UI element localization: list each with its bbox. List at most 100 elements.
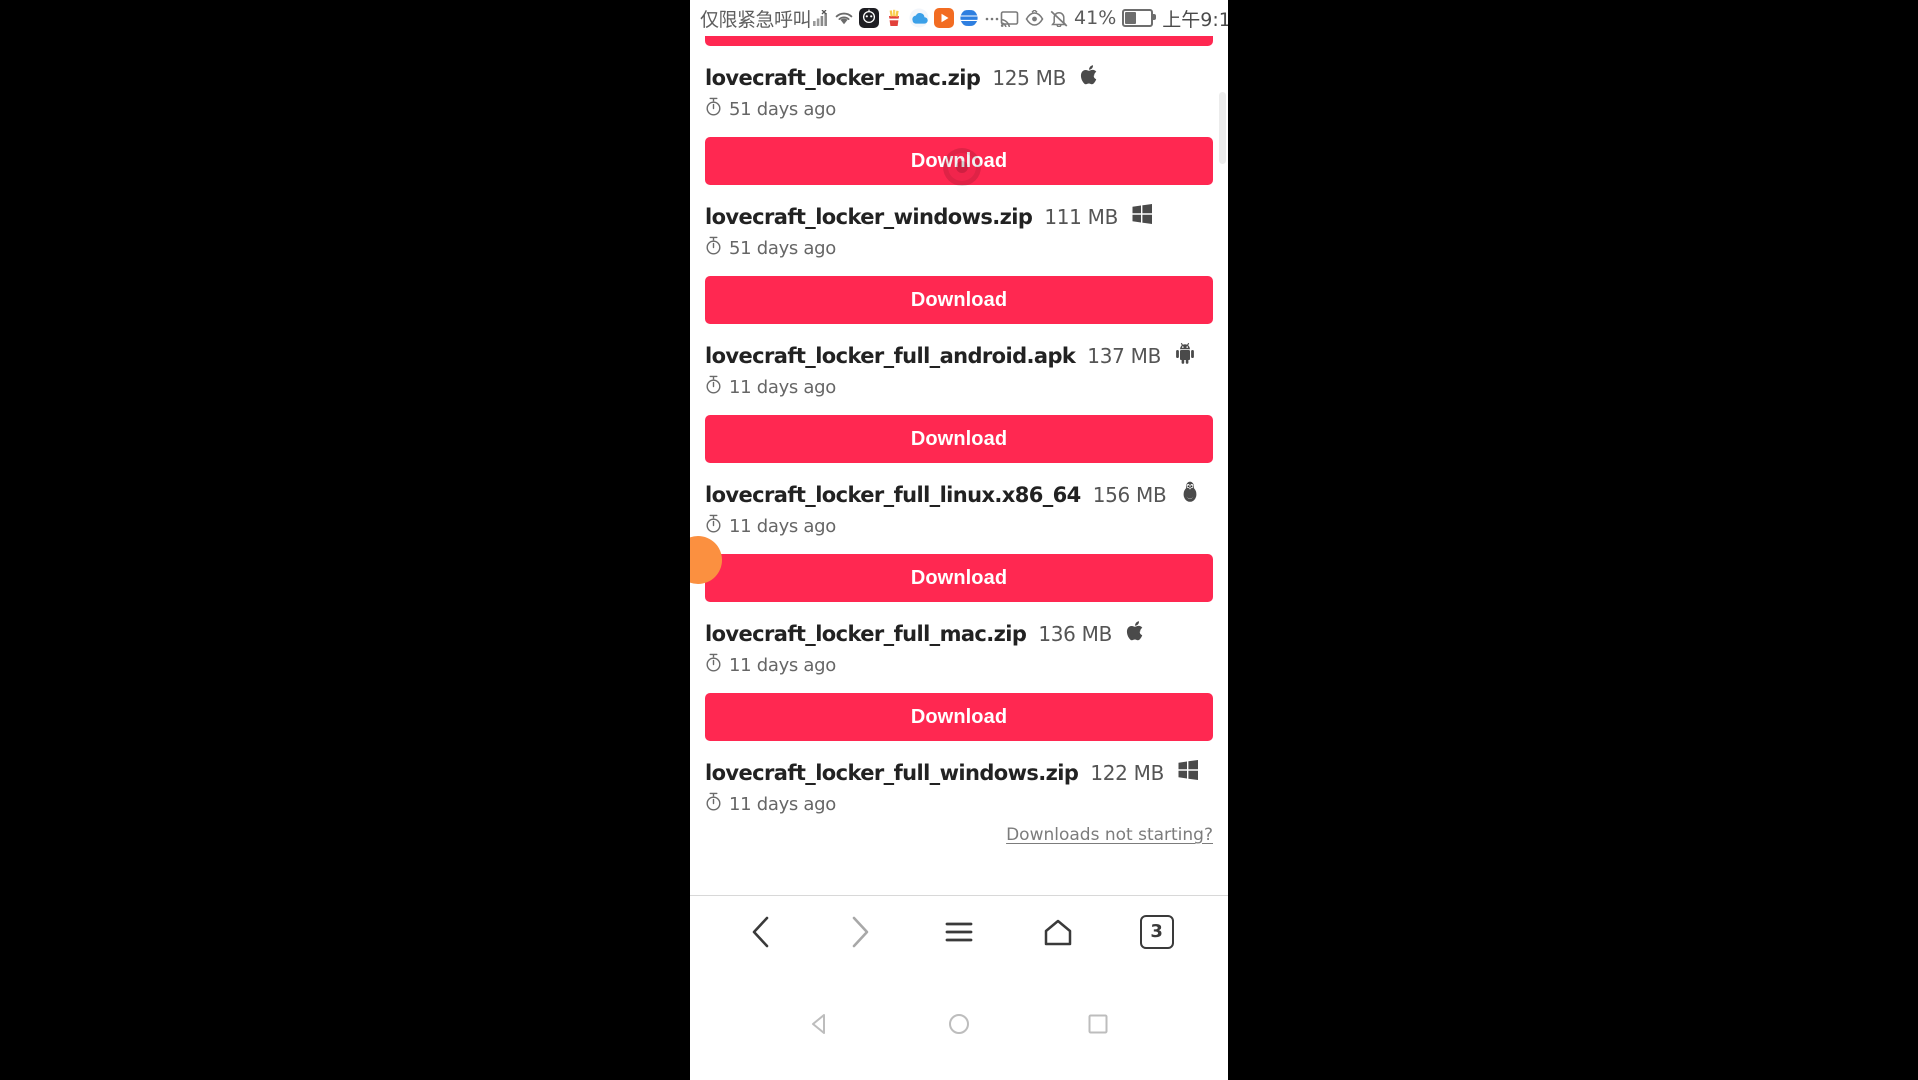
platform-icon-wrapper	[1078, 63, 1102, 87]
carrier-label: 仅限紧急呼叫	[700, 8, 812, 31]
back-button[interactable]	[731, 904, 791, 960]
windows-icon	[1178, 760, 1199, 780]
linux-icon	[1184, 481, 1197, 502]
platform-icon-wrapper	[1178, 480, 1202, 504]
tab-switcher-button[interactable]: 3	[1127, 904, 1187, 960]
download-button[interactable]: Download	[705, 276, 1213, 324]
stopwatch-icon	[705, 375, 722, 399]
stopwatch-icon	[705, 236, 722, 260]
app-fries-icon	[884, 8, 905, 28]
upload-date-row: 11 days ago	[705, 375, 1213, 399]
page-content[interactable]: Download lovecraft_locker_mac.zip 125 MB 51…	[690, 36, 1228, 931]
alarm-off-icon	[1050, 10, 1068, 27]
download-button[interactable]: Download	[705, 693, 1213, 741]
file-name: lovecraft_locker_windows.zip	[705, 205, 1033, 229]
battery-icon	[1122, 9, 1157, 27]
upload-date-row: 11 days ago	[705, 653, 1213, 677]
circle-home-icon	[948, 1013, 969, 1034]
battery-fill	[1125, 12, 1137, 24]
triangle-back-icon	[811, 1013, 825, 1034]
upload-age-label: 11 days ago	[729, 654, 837, 676]
file-size: 156 MB	[1092, 483, 1167, 507]
download-button[interactable]: Download	[705, 415, 1213, 463]
status-right-icons: 41% 上午9:19	[1000, 5, 1228, 32]
upload-age-label: 11 days ago	[729, 793, 837, 815]
tab-count-badge: 3	[1139, 914, 1174, 949]
stopwatch-icon	[705, 653, 722, 677]
file-size: 137 MB	[1087, 344, 1161, 368]
stopwatch-icon	[705, 792, 722, 816]
system-home-button[interactable]	[935, 1000, 983, 1048]
forward-button[interactable]	[830, 904, 890, 960]
file-info-row: lovecraft_locker_full_windows.zip 122 MB	[705, 756, 1213, 785]
upload-age-label: 11 days ago	[729, 376, 837, 398]
file-name: lovecraft_locker_full_windows.zip	[705, 761, 1079, 785]
file-size: 125 MB	[992, 66, 1067, 90]
windows-icon	[1132, 204, 1153, 224]
upload-date-row: 11 days ago	[705, 514, 1213, 538]
platform-icon-wrapper	[1124, 619, 1148, 643]
file-name: lovecraft_locker_mac.zip	[705, 66, 981, 90]
apple-icon	[1080, 65, 1097, 85]
upload-item: Download lovecraft_locker_full_android.ap…	[690, 276, 1228, 399]
cast-icon	[1000, 10, 1019, 27]
menu-button[interactable]	[929, 904, 989, 960]
battery-percent-label: 41%	[1074, 7, 1117, 29]
app-orange-play-icon	[934, 8, 955, 28]
upload-item: Download lovecraft_locker_full_mac.zip 136…	[690, 554, 1228, 677]
scrollbar[interactable]	[1219, 92, 1226, 164]
wifi-icon	[834, 10, 854, 27]
download-button[interactable]: Download	[705, 554, 1213, 602]
file-name: lovecraft_locker_full_linux.x86_64	[705, 483, 1081, 507]
upload-date-row: 11 days ago	[705, 792, 1213, 816]
back-icon	[753, 916, 769, 947]
upload-date-row: 51 days ago	[705, 97, 1213, 121]
status-left-icons	[812, 8, 1000, 28]
file-info-row: lovecraft_locker_full_linux.x86_64 156 MB	[705, 478, 1213, 507]
app-dark-icon	[859, 8, 880, 28]
more-icons-ellipsis	[984, 10, 1000, 26]
file-size: 111 MB	[1044, 205, 1119, 229]
file-size: 122 MB	[1090, 761, 1165, 785]
downloads-not-starting-link[interactable]: Downloads not starting?	[690, 816, 1228, 855]
file-name: lovecraft_locker_full_android.apk	[705, 344, 1076, 368]
file-info-row: lovecraft_locker_mac.zip 125 MB	[705, 61, 1213, 90]
stopwatch-icon	[705, 97, 722, 121]
system-back-button[interactable]	[796, 1000, 844, 1048]
upload-age-label: 51 days ago	[729, 98, 837, 120]
android-icon	[1176, 342, 1194, 364]
download-button[interactable]: Download	[705, 36, 1213, 46]
upload-age-label: 51 days ago	[729, 237, 837, 259]
upload-age-label: 11 days ago	[729, 515, 837, 537]
clock-label: 上午9:19	[1162, 8, 1228, 31]
upload-item: Download lovecraft_locker_mac.zip 125 MB 51…	[690, 36, 1228, 121]
tap-ripple-indicator	[943, 148, 981, 186]
platform-icon-wrapper	[1130, 202, 1154, 226]
menu-icon	[945, 922, 973, 941]
platform-icon-wrapper	[1176, 758, 1200, 782]
screen: 仅限紧急呼叫 41% 上午9:1 lovecraft_locker_mac.zi…	[0, 0, 1918, 1080]
stopwatch-icon	[705, 514, 722, 538]
app-cloud-icon	[909, 8, 930, 28]
upload-date-row: 51 days ago	[705, 236, 1213, 260]
upload-item: Download lovecraft_locker_full_windows.zi…	[690, 693, 1228, 816]
square-recents-icon	[1088, 1014, 1108, 1033]
file-info-row: lovecraft_locker_full_mac.zip 136 MB	[705, 617, 1213, 646]
system-navigation-bar	[690, 967, 1228, 1080]
home-button[interactable]	[1028, 904, 1088, 960]
home-icon	[1044, 919, 1072, 945]
phone-viewport: 仅限紧急呼叫 41% 上午9:1 lovecraft_locker_mac.zi…	[690, 0, 1228, 1080]
app-blue-globe-icon	[954, 8, 984, 28]
file-info-row: lovecraft_locker_windows.zip 111 MB	[705, 200, 1213, 229]
apple-icon	[1126, 621, 1143, 641]
signal-icon	[812, 9, 829, 27]
system-recents-button[interactable]	[1074, 1000, 1122, 1048]
eye-icon	[1025, 10, 1044, 26]
file-info-row: lovecraft_locker_full_android.apk 137 MB	[705, 339, 1213, 368]
status-bar: 仅限紧急呼叫 41% 上午9:1	[690, 0, 1228, 36]
forward-icon	[852, 916, 869, 947]
file-name: lovecraft_locker_full_mac.zip	[705, 622, 1027, 646]
upload-item: Download lovecraft_locker_full_linux.x86_…	[690, 415, 1228, 538]
file-size: 136 MB	[1038, 622, 1113, 646]
platform-icon-wrapper	[1173, 341, 1197, 365]
